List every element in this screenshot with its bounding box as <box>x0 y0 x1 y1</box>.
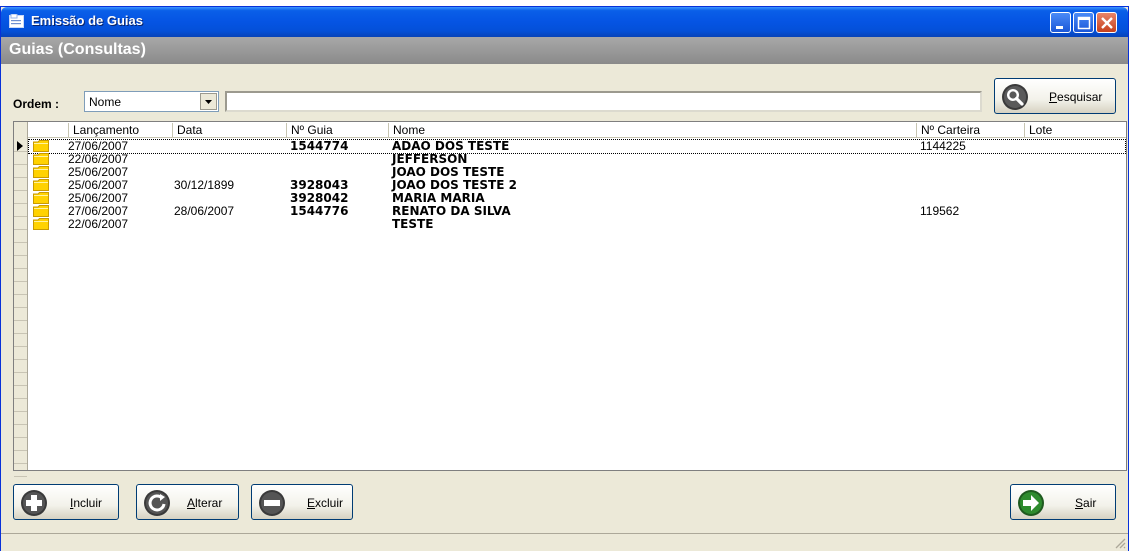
order-select-value: Nome <box>89 95 122 109</box>
folder-icon <box>33 179 49 191</box>
title-bar[interactable]: Emissão de Guias <box>1 7 1128 37</box>
column-header-lancamento[interactable]: Lançamento <box>68 123 139 137</box>
row-indicator-cell[interactable] <box>14 165 27 178</box>
row-indicator-cell[interactable] <box>14 282 27 295</box>
cell-nome: TESTE <box>392 217 434 231</box>
table-row[interactable]: 22/06/2007 TESTE <box>28 217 1126 232</box>
refresh-icon <box>144 490 170 516</box>
window-title: Emissão de Guias <box>31 13 143 28</box>
folder-icon <box>33 205 49 217</box>
row-indicator-cell[interactable] <box>14 425 27 438</box>
pesquisar-label: Pesquisar <box>1049 90 1103 104</box>
incluir-label: Incluir <box>70 496 103 510</box>
incluir-button[interactable]: Incluir <box>13 484 119 520</box>
column-header-guia[interactable]: Nº Guia <box>286 123 333 137</box>
close-button[interactable] <box>1096 12 1117 33</box>
excluir-label: Excluir <box>307 496 344 510</box>
row-indicator-cell[interactable] <box>14 321 27 334</box>
row-indicator-cell[interactable] <box>14 204 27 217</box>
section-title: Guias (Consultas) <box>9 41 146 58</box>
row-indicator-cell[interactable] <box>14 438 27 451</box>
row-indicator-cell[interactable] <box>14 178 27 191</box>
column-header-lote[interactable]: Lote <box>1024 123 1052 137</box>
minimize-button[interactable] <box>1050 12 1071 33</box>
search-input[interactable] <box>225 91 982 112</box>
pesquisar-button[interactable]: Pesquisar <box>994 78 1116 114</box>
folder-icon <box>33 166 49 178</box>
folder-icon <box>33 153 49 165</box>
excluir-button[interactable]: Excluir <box>251 484 353 520</box>
sair-button[interactable]: Sair <box>1010 484 1116 520</box>
maximize-icon <box>1077 16 1091 30</box>
row-pointer-icon <box>17 141 23 151</box>
row-indicator-column <box>14 122 28 477</box>
plus-icon <box>21 490 47 516</box>
main-window: Emissão de Guias Guias (Consultas) Ordem… <box>0 6 1129 551</box>
row-indicator-cell[interactable] <box>14 256 27 269</box>
row-indicator-cell[interactable] <box>14 269 27 282</box>
cell-lancamento: 22/06/2007 <box>68 217 129 231</box>
row-indicator-cell[interactable] <box>14 399 27 412</box>
row-indicator-cell[interactable] <box>14 464 27 477</box>
maximize-button[interactable] <box>1073 12 1094 33</box>
column-header-data[interactable]: Data <box>172 123 202 137</box>
folder-icon <box>33 218 49 230</box>
row-indicator-cell[interactable] <box>14 347 27 360</box>
row-indicator-cell[interactable] <box>14 230 27 243</box>
alterar-label: Alterar <box>187 496 223 510</box>
row-indicator-cell[interactable] <box>14 360 27 373</box>
row-indicator-cell[interactable] <box>14 243 27 256</box>
folder-icon <box>33 192 49 204</box>
window-icon <box>9 14 24 28</box>
row-indicator-cell[interactable] <box>14 386 27 399</box>
chevron-down-icon <box>205 100 212 104</box>
row-indicator-cell[interactable] <box>14 308 27 321</box>
minimize-icon <box>1056 26 1063 29</box>
close-icon <box>1101 17 1113 29</box>
order-label: Ordem : <box>13 97 60 111</box>
row-indicator-cell[interactable] <box>14 451 27 464</box>
sair-label: Sair <box>1075 496 1097 510</box>
alterar-button[interactable]: Alterar <box>136 484 239 520</box>
table-header: Lançamento Data Nº Guia Nome Nº Carteira… <box>28 122 1126 138</box>
row-indicator-cell[interactable] <box>14 412 27 425</box>
resize-grip-icon[interactable] <box>1114 537 1126 549</box>
exit-arrow-icon <box>1018 490 1044 516</box>
search-icon <box>1002 84 1028 110</box>
row-indicator-cell[interactable] <box>14 295 27 308</box>
guias-table[interactable]: Lançamento Data Nº Guia Nome Nº Carteira… <box>13 121 1127 477</box>
row-indicator-cell[interactable] <box>14 152 27 165</box>
column-header-nome[interactable]: Nome <box>388 123 425 137</box>
column-header-carteira[interactable]: Nº Carteira <box>916 123 980 137</box>
row-indicator-cell[interactable] <box>14 373 27 386</box>
row-indicator-cell[interactable] <box>14 191 27 204</box>
order-select-dropdown-button[interactable] <box>200 93 217 110</box>
row-indicator-cell[interactable] <box>14 334 27 347</box>
section-header: Guias (Consultas) <box>1 37 1128 64</box>
folder-icon <box>33 140 49 152</box>
row-indicator-cell[interactable] <box>14 139 27 152</box>
status-bar <box>1 533 1128 551</box>
order-select[interactable]: Nome <box>84 91 219 112</box>
minus-icon <box>259 490 285 516</box>
row-indicator-cell[interactable] <box>14 217 27 230</box>
